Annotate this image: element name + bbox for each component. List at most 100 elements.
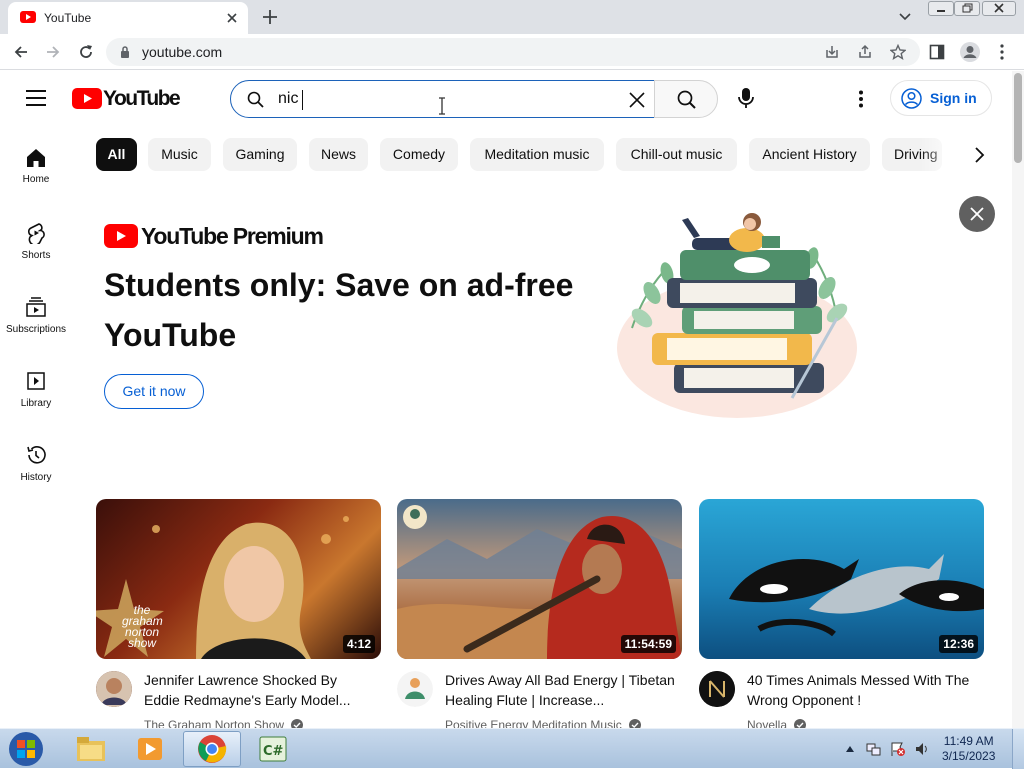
volume-icon[interactable] (914, 741, 930, 757)
channel-avatar[interactable] (699, 671, 735, 707)
sidebar-item-library[interactable]: Library (0, 370, 72, 409)
close-window-button[interactable] (982, 1, 1016, 16)
clock-time: 11:49 AM (943, 734, 994, 748)
get-it-now-button[interactable]: Get it now (104, 374, 204, 409)
video-title[interactable]: Jennifer Lawrence Shocked By Eddie Redma… (144, 670, 374, 710)
restore-icon (962, 3, 973, 13)
chevron-right-icon[interactable] (972, 146, 986, 164)
back-icon[interactable] (12, 43, 30, 61)
browser-tab[interactable]: YouTube (8, 2, 248, 34)
video-thumbnail[interactable]: the graham norton show 4:12 (96, 499, 381, 659)
tab-title: YouTube (44, 11, 92, 25)
browser-toolbar: youtube.com (0, 34, 1024, 70)
video-thumbnail[interactable]: 12:36 (699, 499, 984, 659)
restore-window-button[interactable] (954, 1, 980, 16)
chip-news[interactable]: News (309, 138, 368, 171)
share-icon[interactable] (857, 44, 873, 60)
subscriptions-icon (26, 297, 46, 317)
side-panel-icon[interactable] (929, 44, 945, 60)
bookmark-star-icon[interactable] (890, 44, 906, 60)
tab-search-chevron-icon[interactable] (898, 10, 912, 24)
text-caret (302, 90, 303, 110)
clear-search-icon[interactable] (628, 91, 646, 109)
channel-avatar-image (699, 671, 735, 707)
voice-search-icon[interactable] (738, 87, 754, 109)
youtube-play-logo-icon (72, 88, 102, 109)
video-thumbnail[interactable]: 11:54:59 (397, 499, 682, 659)
search-icon (247, 91, 264, 108)
chip-gaming[interactable]: Gaming (223, 138, 297, 171)
profile-icon[interactable] (959, 41, 981, 63)
chip-meditation-music[interactable]: Meditation music (470, 138, 604, 171)
lock-icon[interactable] (120, 46, 130, 58)
youtube-premium-play-icon (104, 224, 138, 248)
youtube-logo-text: YouTube (103, 87, 181, 110)
hamburger-menu-icon[interactable] (26, 89, 46, 107)
taskbar-csharp-button[interactable]: C# (245, 731, 303, 767)
chip-ancient-history[interactable]: Ancient History (749, 138, 870, 171)
forward-icon[interactable] (44, 43, 62, 61)
settings-more-icon[interactable] (856, 90, 866, 108)
video-title[interactable]: Drives Away All Bad Energy | Tibetan Hea… (445, 670, 675, 710)
close-window-icon (994, 3, 1004, 13)
chip-all[interactable]: All (96, 138, 137, 171)
svg-text:C#: C# (263, 744, 284, 759)
search-button[interactable] (654, 80, 718, 118)
text-cursor-icon (439, 97, 445, 115)
action-center-flag-icon[interactable] (890, 741, 906, 757)
sidebar-item-shorts[interactable]: Shorts (0, 222, 72, 261)
video-duration: 12:36 (939, 635, 978, 653)
show-desktop-button[interactable] (1012, 729, 1024, 769)
tab-close-icon[interactable] (224, 10, 240, 26)
banner-headline: Students only: Save on ad-free YouTube (104, 267, 574, 353)
channel-avatar-image (96, 671, 132, 707)
channel-avatar-image (397, 671, 433, 707)
sidebar-item-subscriptions[interactable]: Subscriptions (0, 296, 72, 335)
video-duration: 11:54:59 (620, 635, 676, 653)
start-button-icon[interactable] (6, 731, 46, 767)
video-title[interactable]: 40 Times Animals Messed With The Wrong O… (747, 670, 977, 710)
taskbar-chrome-button[interactable] (183, 731, 241, 767)
media-player-icon (138, 738, 162, 760)
channel-avatar[interactable] (96, 671, 132, 707)
books-illustration (617, 213, 857, 418)
search-icon (677, 90, 696, 109)
close-banner-button[interactable] (959, 196, 995, 232)
close-icon (970, 207, 984, 221)
address-bar[interactable]: youtube.com (106, 38, 920, 66)
sign-in-button[interactable]: Sign in (890, 80, 992, 116)
sidebar-item-label: Home (22, 174, 50, 185)
scrollbar-thumb[interactable] (1014, 73, 1022, 163)
minimize-window-button[interactable] (928, 1, 954, 16)
page-scrollbar[interactable] (1012, 71, 1024, 728)
history-icon (27, 446, 46, 464)
tray-expand-icon[interactable] (845, 745, 855, 753)
new-tab-icon[interactable] (260, 7, 280, 27)
chip-chill-out-music[interactable]: Chill-out music (616, 138, 737, 171)
sidebar-item-label: Subscriptions (5, 324, 67, 335)
install-app-icon[interactable] (824, 44, 840, 60)
system-clock[interactable]: 11:49 AM 3/15/2023 (942, 734, 995, 764)
reload-icon[interactable] (77, 43, 95, 61)
shorts-icon (28, 223, 45, 244)
youtube-premium-logo: YouTube Premium (104, 223, 404, 249)
channel-avatar[interactable] (397, 671, 433, 707)
youtube-favicon-icon (20, 11, 36, 23)
minimize-icon (937, 10, 945, 12)
chip-comedy[interactable]: Comedy (380, 138, 458, 171)
library-icon (27, 372, 45, 390)
windows-taskbar: C# 11:49 AM 3/15/2023 (0, 728, 1024, 769)
search-query-text: nic (278, 90, 299, 107)
graham-norton-watermark: the graham norton show (122, 603, 163, 650)
taskbar-explorer-button[interactable] (62, 731, 120, 767)
url-text: youtube.com (142, 44, 223, 60)
taskbar-media-player-button[interactable] (122, 731, 180, 767)
sidebar-item-home[interactable]: Home (0, 148, 72, 185)
sidebar-item-history[interactable]: History (0, 444, 72, 483)
account-circle-icon (901, 88, 922, 109)
premium-brand-text: YouTube Premium (141, 223, 324, 249)
youtube-logo[interactable]: YouTube (72, 87, 181, 110)
chip-music[interactable]: Music (148, 138, 211, 171)
browser-menu-icon[interactable] (996, 43, 1008, 61)
network-icon[interactable] (866, 741, 882, 757)
